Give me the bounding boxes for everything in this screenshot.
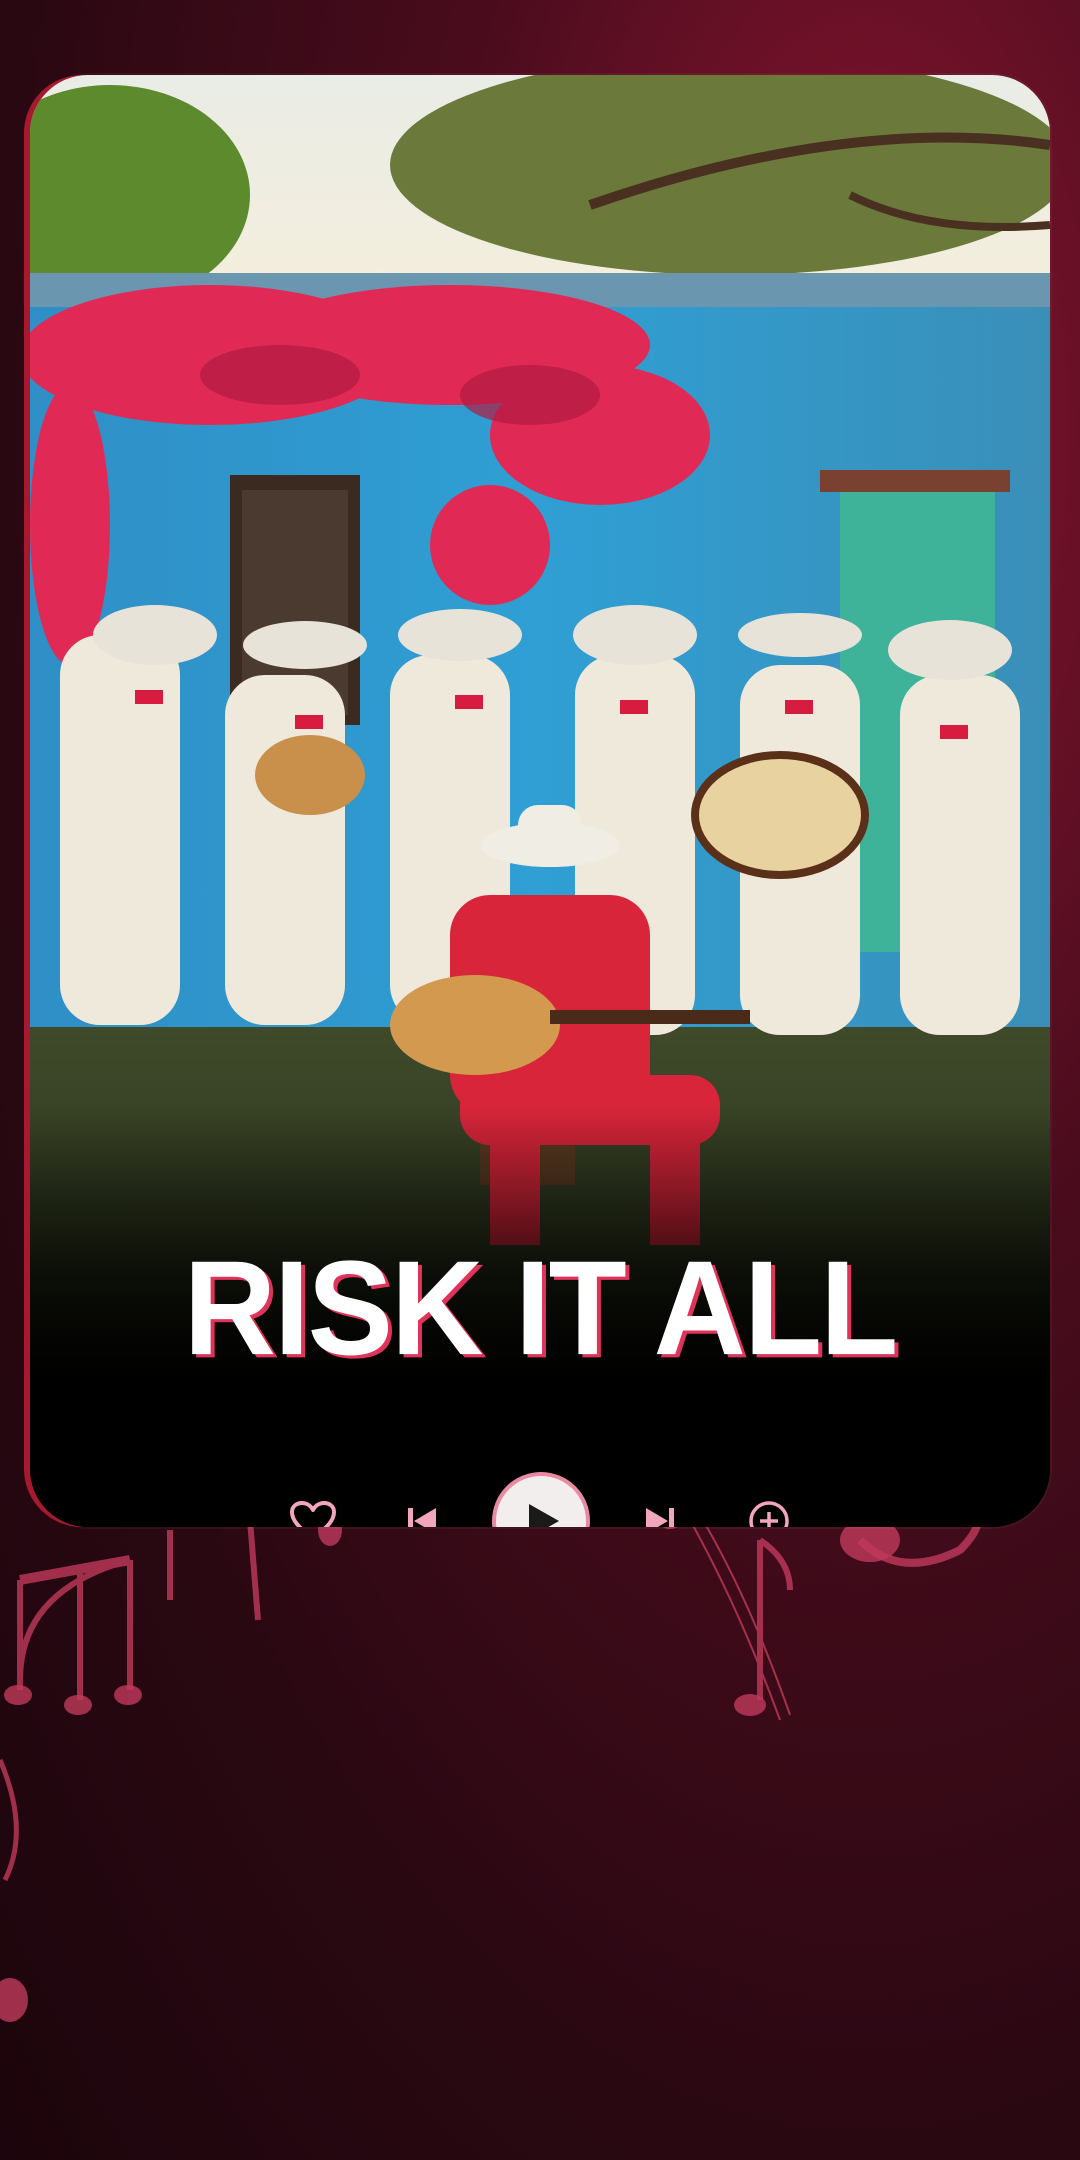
album-card: RISK IT ALL [30,75,1050,1527]
previous-button[interactable] [408,1508,436,1527]
skip-previous-icon [408,1508,436,1527]
like-button[interactable] [290,1501,336,1527]
music-notes-decoration [0,1501,982,2022]
player-controls [30,1475,1050,1527]
next-button[interactable] [646,1508,674,1527]
song-title: RISK IT ALL [183,1233,899,1384]
heart-icon [290,1501,336,1527]
play-icon [529,1504,559,1527]
play-button[interactable] [496,1476,586,1527]
skip-next-icon [646,1508,674,1527]
add-button[interactable] [748,1500,790,1527]
add-circle-icon [749,1501,789,1527]
